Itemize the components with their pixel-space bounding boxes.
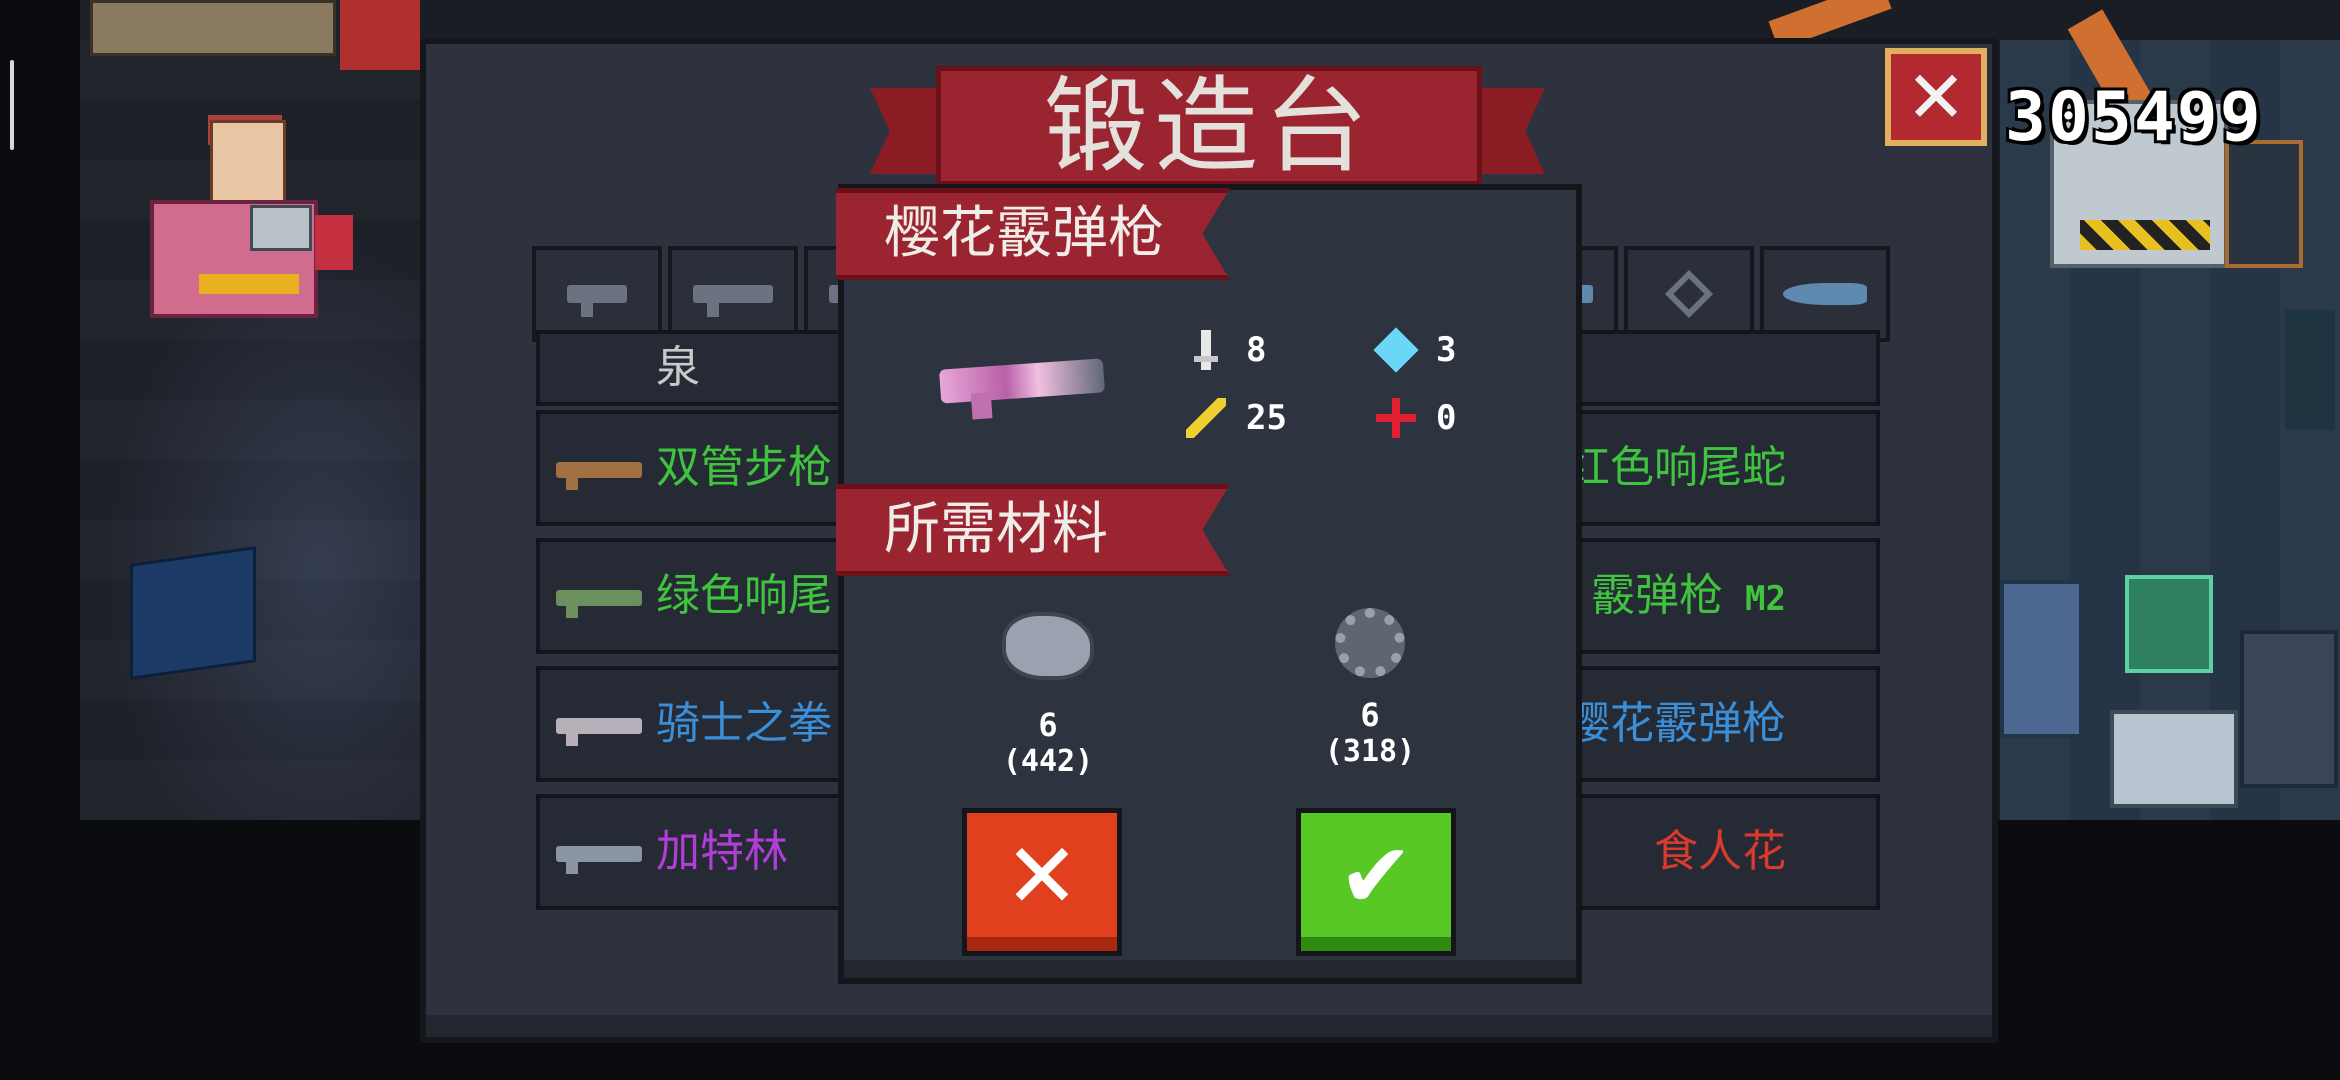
weapon-icon (556, 846, 642, 874)
panel-shade (426, 1015, 1992, 1037)
tab-rifle[interactable] (668, 246, 798, 342)
crosshair-icon (1376, 398, 1416, 438)
energy-value: 3 (1436, 330, 1457, 370)
scene-cart (2110, 710, 2238, 808)
stat-accuracy: 0 (1376, 398, 1456, 438)
weapon-name: 泉 (656, 342, 700, 393)
title-banner: 锻造台 (936, 66, 1482, 186)
close-icon: ✕ (1905, 55, 1967, 139)
dialog-shade (844, 960, 1576, 978)
desk-drawer (199, 274, 299, 294)
scene-blue-box (130, 546, 256, 680)
weapon-name: 骑士之拳 (656, 698, 832, 749)
stat-crit: 25 (1186, 398, 1287, 438)
ore-icon (1002, 612, 1094, 680)
scene-board (2000, 580, 2083, 738)
weapon-name: 双管步枪 (656, 442, 832, 493)
gem-counter: 305499 (2005, 78, 2263, 157)
close-icon: ✕ (1004, 824, 1080, 929)
materials-ribbon: 所需材料 (836, 484, 1230, 576)
accuracy-value: 0 (1436, 398, 1457, 438)
cancel-button[interactable]: ✕ (962, 808, 1122, 956)
weapon-name-group: 霰弹枪 M2 (1591, 570, 1786, 623)
weapon-name: 加特林 (656, 826, 788, 877)
weapon-name: 霰弹枪 (1591, 570, 1724, 621)
scene-locker (2225, 140, 2303, 268)
shark-icon (1783, 283, 1867, 305)
rifle-icon (693, 285, 773, 317)
weapon-tag: M2 (1745, 579, 1786, 619)
damage-value: 8 (1246, 330, 1267, 370)
page-title: 锻造台 (1043, 65, 1374, 187)
npc-monitor (250, 205, 312, 251)
weapon-name: 樱花霰弹枪 (1566, 698, 1786, 749)
scene-green-chest (2125, 575, 2213, 673)
tab-throwable[interactable] (1624, 246, 1754, 342)
scene-shelf (90, 0, 336, 56)
energy-gem-icon (1373, 327, 1419, 373)
material-required: 6 (1038, 706, 1058, 744)
tab-special[interactable] (1760, 246, 1890, 342)
checkmark-icon: ✔ (1338, 824, 1414, 929)
material-owned: (318) (1324, 734, 1416, 770)
pistol-icon (567, 285, 627, 317)
weapon-icon (556, 462, 642, 490)
scene-fan (2285, 310, 2335, 430)
weapon-name: 绿色响尾 (656, 570, 832, 621)
materials-title: 所需材料 (884, 497, 1108, 562)
weapon-icon (556, 590, 642, 618)
weapon-name: 食人花 (1654, 826, 1786, 877)
gear-icon (1335, 608, 1405, 678)
close-button[interactable]: ✕ (1885, 48, 1987, 146)
tab-pistol[interactable] (532, 246, 662, 342)
stat-energy: 3 (1373, 327, 1457, 373)
crit-value: 25 (1246, 398, 1287, 438)
weapon-icon (556, 718, 642, 746)
material-ore: 6 (442) (968, 612, 1128, 780)
screen-edge-indicator (10, 60, 14, 150)
scene-robot (2240, 630, 2338, 788)
scene-hazard-stripe (2080, 220, 2210, 250)
stat-damage: 8 (1186, 330, 1266, 370)
material-owned: (442) (1002, 744, 1094, 780)
weapon-name-ribbon: 樱花霰弹枪 (836, 188, 1230, 280)
diamond-icon (1664, 269, 1714, 319)
sword-icon (1186, 330, 1226, 370)
npc-bag (315, 215, 353, 270)
forge-confirm-dialog (838, 184, 1582, 984)
crit-icon (1186, 398, 1226, 438)
scene-shelf-item (340, 0, 420, 70)
weapon-name: 红色响尾蛇 (1566, 442, 1786, 493)
weapon-title: 樱花霰弹枪 (884, 201, 1164, 266)
material-part: 6 (318) (1290, 608, 1450, 770)
confirm-button[interactable]: ✔ (1296, 808, 1456, 956)
material-required: 6 (1360, 696, 1380, 734)
